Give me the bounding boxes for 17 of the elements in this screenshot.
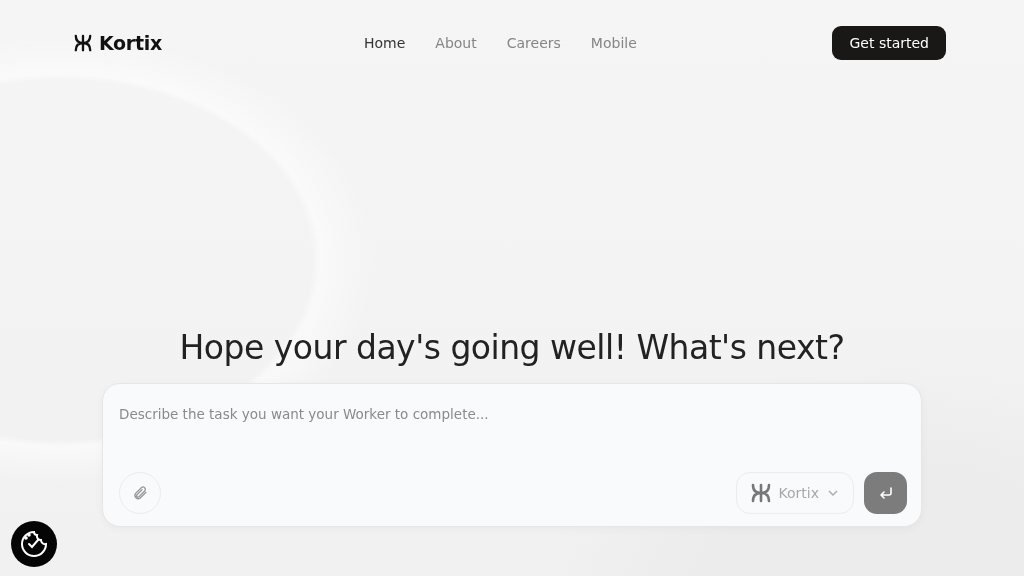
hero-heading: Hope your day's going well! What's next? [179, 328, 845, 367]
nav-link[interactable]: Home [364, 35, 406, 51]
logo-icon [74, 34, 92, 52]
paperclip-icon [132, 485, 148, 501]
cookie-check-icon [19, 529, 49, 559]
nav-link[interactable]: Mobile [590, 35, 637, 51]
nav-link[interactable]: Careers [506, 35, 561, 51]
enter-icon [877, 485, 894, 501]
attach-button[interactable] [119, 472, 161, 514]
brand-name: Kortix [99, 32, 162, 54]
task-input[interactable]: Describe the task you want your Worker to complete... [119, 406, 907, 422]
cookie-settings-button[interactable] [11, 521, 57, 567]
agent-selector[interactable]: Kortix [735, 472, 854, 514]
send-button[interactable] [864, 472, 907, 514]
agent-logo-icon [750, 483, 771, 503]
get-started-button[interactable]: Get started [832, 26, 946, 60]
nav-link[interactable]: About [435, 35, 477, 51]
